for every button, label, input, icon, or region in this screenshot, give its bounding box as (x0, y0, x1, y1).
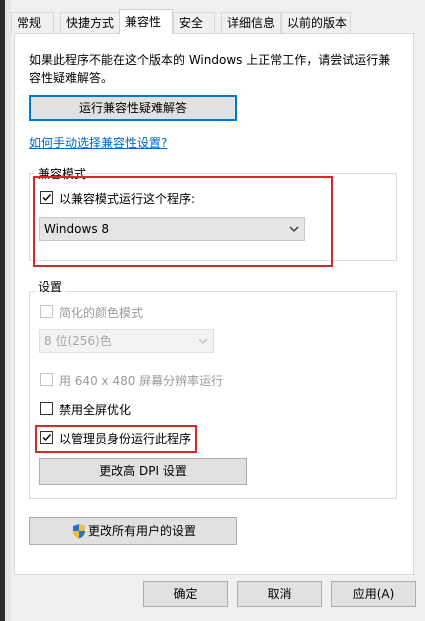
description-text: 如果此程序不能在这个版本的 Windows 上正常工作，请尝试运行兼容性疑难解答… (29, 53, 391, 85)
change-dpi-button[interactable]: 更改高 DPI 设置 (39, 458, 247, 485)
cancel-button[interactable]: 取消 (237, 581, 322, 607)
uac-shield-icon (73, 524, 85, 539)
chevron-down-icon (198, 338, 208, 344)
tab-details[interactable]: 详细信息 (221, 12, 281, 33)
manual-settings-link[interactable]: 如何手动选择兼容性设置? (29, 134, 167, 151)
highlight-compat-mode (33, 176, 333, 267)
fullscreen-opt-checkbox[interactable] (40, 402, 53, 415)
run-troubleshooter-button[interactable]: 运行兼容性疑难解答 (29, 95, 237, 121)
settings-legend: 设置 (35, 278, 66, 295)
ok-button[interactable]: 确定 (143, 581, 228, 607)
highlight-run-as-admin (35, 425, 197, 453)
fullscreen-opt-label: 禁用全屏优化 (59, 403, 132, 417)
apply-button[interactable]: 应用(A) (331, 581, 416, 607)
resolution-label: 用 640 x 480 屏幕分辨率运行 (59, 374, 224, 388)
tab-general[interactable]: 常规 (11, 12, 54, 33)
resolution-checkbox[interactable] (40, 373, 53, 386)
color-mode-select[interactable]: 8 位(256)色 (39, 329, 214, 353)
change-all-users-button[interactable]: 更改所有用户的设置 (29, 517, 237, 545)
compatibility-panel: 如果此程序不能在这个版本的 Windows 上正常工作，请尝试运行兼容性疑难解答… (14, 33, 414, 575)
reduced-color-checkbox[interactable] (40, 305, 53, 318)
dialog-frame (5, 0, 11, 621)
tab-previous-versions[interactable]: 以前的版本 (281, 12, 351, 33)
change-all-users-label: 更改所有用户的设置 (88, 524, 197, 538)
reduced-color-label: 简化的颜色模式 (59, 306, 144, 320)
tab-security[interactable]: 安全 (173, 12, 215, 33)
tab-compatibility[interactable]: 兼容性 (119, 9, 173, 34)
color-mode-value: 8 位(256)色 (44, 334, 112, 348)
